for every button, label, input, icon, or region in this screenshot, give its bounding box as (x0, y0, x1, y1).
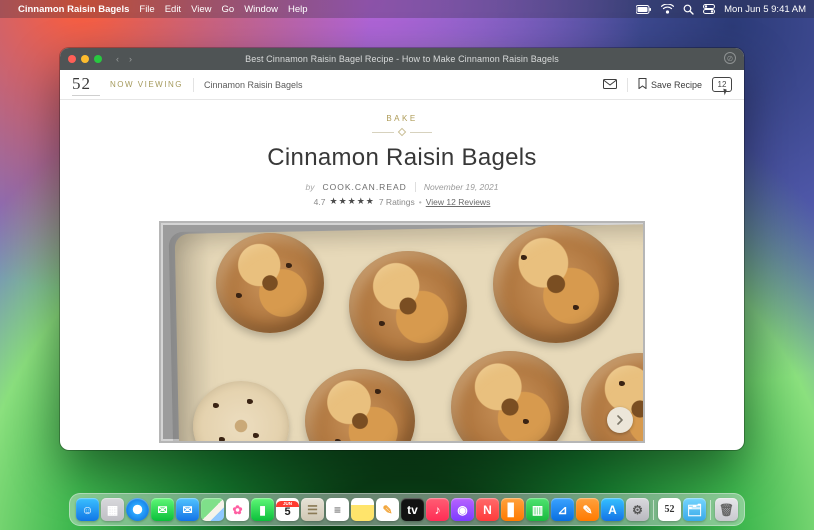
menubar-item-go[interactable]: Go (222, 4, 235, 15)
dock-app-tv[interactable]: tv (401, 498, 424, 521)
toolbar-separator (193, 78, 194, 92)
dock-app-keynote[interactable]: ⊿ (551, 498, 574, 521)
rating-count: 7 Ratings (379, 197, 415, 207)
close-icon[interactable] (68, 55, 76, 63)
spotlight-icon[interactable] (683, 4, 694, 15)
dock-app-finder[interactable]: ☺ (76, 498, 99, 521)
recipe-content: BAKE Cinnamon Raisin Bagels by COOK.CAN.… (60, 100, 744, 443)
dock-app-food52[interactable]: 52 (658, 498, 681, 521)
dock-app-numbers[interactable]: ▥ (526, 498, 549, 521)
nav-forward-icon[interactable]: › (129, 54, 132, 64)
menubar-item-file[interactable]: File (139, 4, 154, 15)
comment-count: 12 (718, 80, 727, 89)
info-icon[interactable]: ⊘ (724, 52, 736, 64)
dock-app-music[interactable]: ♪ (426, 498, 449, 521)
dock-app-messages[interactable]: ✉ (151, 498, 174, 521)
recipe-window: ‹ › Best Cinnamon Raisin Bagel Recipe - … (60, 48, 744, 450)
hero-next-button[interactable] (607, 407, 633, 433)
byline-separator (415, 182, 416, 192)
byline-by: by (306, 182, 315, 192)
dock-app-contacts[interactable]: ☰ (301, 498, 324, 521)
window-titlebar[interactable]: ‹ › Best Cinnamon Raisin Bagel Recipe - … (60, 48, 744, 70)
ornament-divider (372, 128, 432, 136)
recipe-author-link[interactable]: COOK.CAN.READ (322, 182, 406, 192)
dock-app-reminders[interactable]: ≡ (326, 498, 349, 521)
mac-menubar: Cinnamon Raisin Bagels File Edit View Go… (0, 0, 814, 18)
menubar-clock[interactable]: Mon Jun 5 9:41 AM (724, 4, 806, 15)
dock-app-pages[interactable]: ✎ (576, 498, 599, 521)
recipe-toolbar: 52 NOW VIEWING Cinnamon Raisin Bagels Sa… (60, 70, 744, 100)
dock-app-calendar[interactable]: JUN5 (276, 498, 299, 521)
dock-app-podcasts[interactable]: ◉ (451, 498, 474, 521)
rating-stars-icon: ★★★★★ (330, 196, 375, 207)
rating-value: 4.7 (314, 197, 326, 207)
recipe-category[interactable]: BAKE (60, 114, 744, 123)
bookmark-icon (638, 78, 647, 91)
control-center-icon[interactable] (703, 4, 715, 14)
comments-button[interactable]: 12 (712, 77, 732, 92)
dock-separator (653, 500, 654, 520)
mail-icon[interactable] (603, 79, 617, 91)
save-recipe-button[interactable]: Save Recipe (638, 78, 702, 91)
dock-app-notes[interactable] (351, 498, 374, 521)
dock-app-books[interactable]: ▋ (501, 498, 524, 521)
dock-app-mail[interactable]: ✉ (176, 498, 199, 521)
dock-app-appstore[interactable]: A (601, 498, 624, 521)
minimize-icon[interactable] (81, 55, 89, 63)
dock-app-trash[interactable]: 🗑 (715, 498, 738, 521)
nav-back-icon[interactable]: ‹ (116, 54, 119, 64)
site-logo[interactable]: 52 (72, 74, 100, 96)
zoom-icon[interactable] (94, 55, 102, 63)
dock-app-freeform[interactable]: ✎ (376, 498, 399, 521)
dock-app-safari[interactable] (126, 498, 149, 521)
dock-app-facetime[interactable]: ▮ (251, 498, 274, 521)
recipe-hero-image (159, 221, 645, 443)
battery-icon[interactable] (636, 5, 652, 14)
menubar-item-window[interactable]: Window (244, 4, 278, 15)
save-recipe-label: Save Recipe (651, 80, 702, 90)
dock: ☺▦✉✉✿▮JUN5☰≡✎tv♪◉N▋▥⊿✎A⚙52🗂🗑 (69, 493, 745, 526)
menubar-item-view[interactable]: View (191, 4, 211, 15)
dock-app-desktop-folder[interactable]: 🗂 (683, 498, 706, 521)
now-viewing-label: NOW VIEWING (110, 80, 183, 89)
now-viewing-title[interactable]: Cinnamon Raisin Bagels (204, 80, 303, 90)
dock-app-photos[interactable]: ✿ (226, 498, 249, 521)
recipe-title: Cinnamon Raisin Bagels (60, 144, 744, 172)
dock-app-news[interactable]: N (476, 498, 499, 521)
menubar-item-edit[interactable]: Edit (165, 4, 181, 15)
dock-separator (710, 500, 711, 520)
view-reviews-link[interactable]: View 12 Reviews (426, 197, 491, 207)
recipe-date: November 19, 2021 (424, 182, 499, 192)
dock-app-launchpad[interactable]: ▦ (101, 498, 124, 521)
dot-separator: • (419, 197, 422, 207)
toolbar-separator (627, 78, 628, 92)
wifi-icon[interactable] (661, 4, 674, 14)
window-title: Best Cinnamon Raisin Bagel Recipe - How … (60, 54, 744, 64)
dock-app-maps[interactable] (201, 498, 224, 521)
menubar-app-name[interactable]: Cinnamon Raisin Bagels (18, 4, 129, 15)
menubar-item-help[interactable]: Help (288, 4, 308, 15)
chevron-right-icon (615, 415, 625, 425)
dock-app-settings[interactable]: ⚙ (626, 498, 649, 521)
